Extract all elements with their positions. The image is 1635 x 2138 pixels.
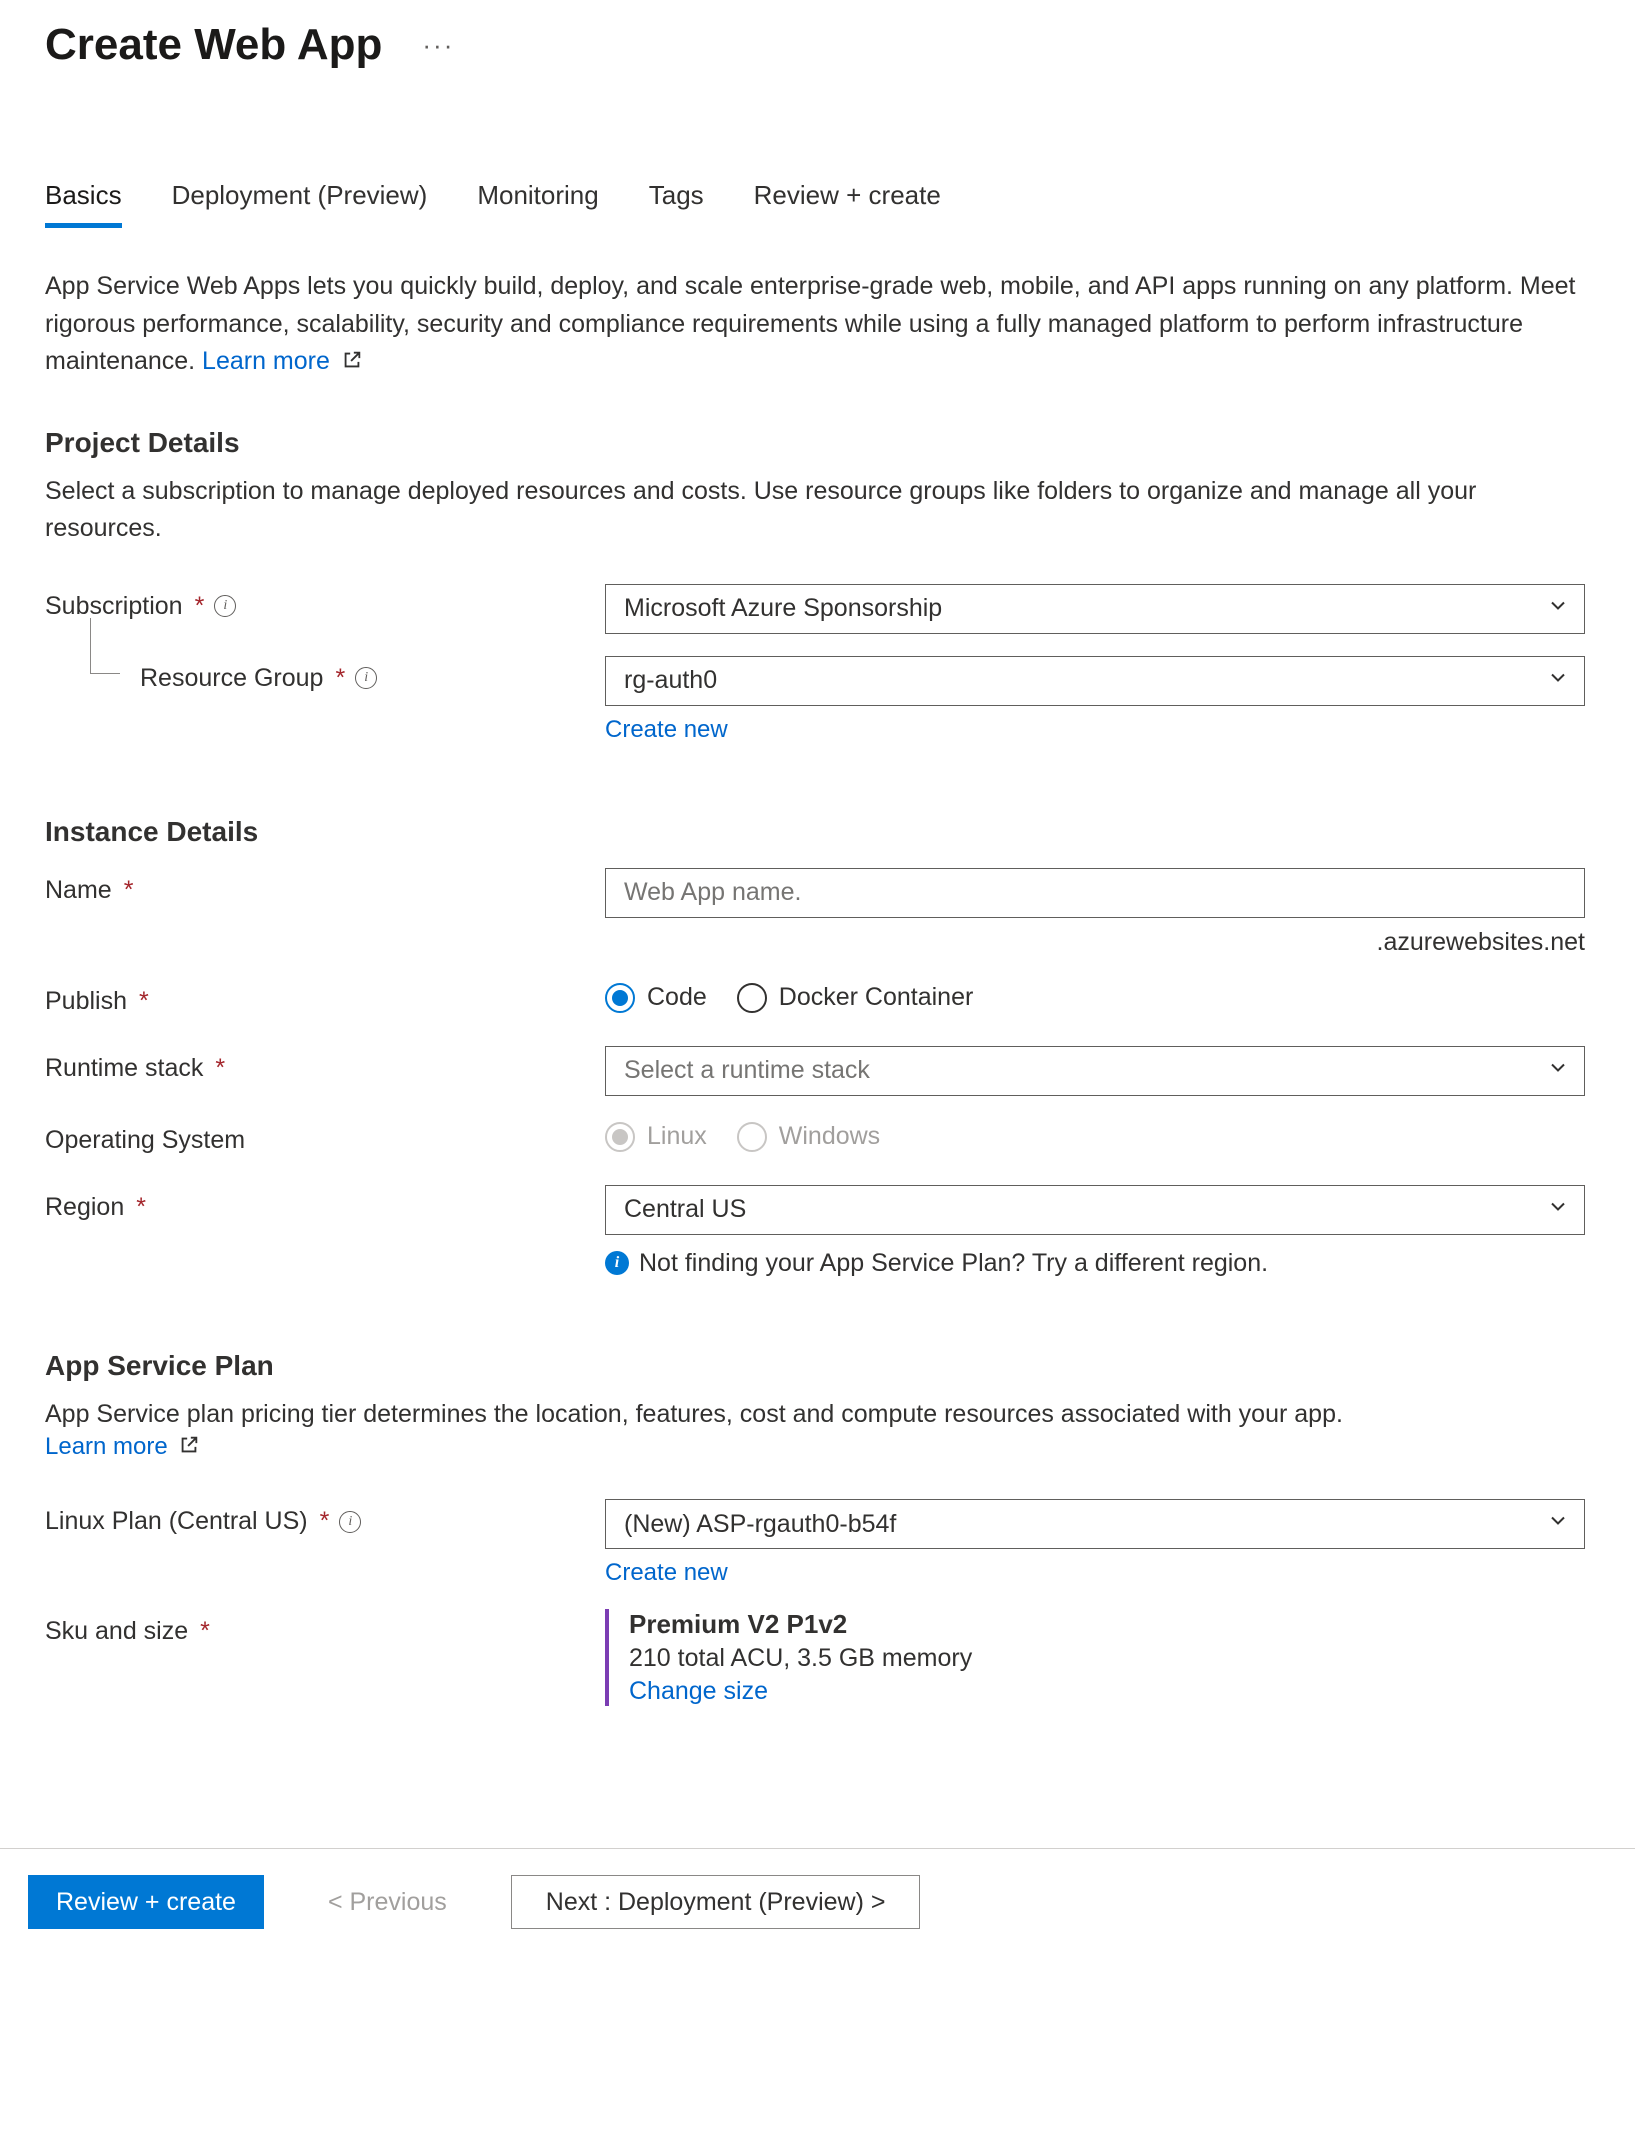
previous-button[interactable]: < Previous <box>300 1875 475 1929</box>
chevron-down-icon <box>1546 593 1570 624</box>
info-icon[interactable]: i <box>339 1511 361 1533</box>
publish-label: Publish <box>45 987 127 1016</box>
external-link-icon <box>178 1434 200 1463</box>
tab-review[interactable]: Review + create <box>754 180 941 228</box>
webapp-name-input[interactable]: Web App name. <box>605 868 1585 918</box>
publish-code-radio[interactable]: Code <box>605 983 707 1013</box>
app-service-plan-desc: App Service plan pricing tier determines… <box>45 1396 1590 1434</box>
runtime-stack-select[interactable]: Select a runtime stack <box>605 1046 1585 1096</box>
tab-deployment[interactable]: Deployment (Preview) <box>172 180 428 228</box>
required-asterisk: * <box>139 987 149 1016</box>
required-asterisk: * <box>320 1507 330 1536</box>
info-icon: i <box>605 1251 629 1275</box>
os-linux-radio: Linux <box>605 1122 707 1152</box>
tab-basics[interactable]: Basics <box>45 180 122 228</box>
sku-detail: 210 total ACU, 3.5 GB memory <box>629 1644 1585 1673</box>
required-asterisk: * <box>335 664 345 693</box>
plan-learn-more-label: Learn more <box>45 1433 168 1460</box>
project-details-desc: Select a subscription to manage deployed… <box>45 473 1590 548</box>
domain-suffix: .azurewebsites.net <box>605 928 1585 957</box>
subscription-label: Subscription <box>45 592 183 621</box>
chevron-down-icon <box>1546 665 1570 696</box>
review-create-button[interactable]: Review + create <box>28 1875 264 1929</box>
resource-group-value: rg-auth0 <box>624 666 717 695</box>
resource-group-label: Resource Group <box>140 664 323 693</box>
required-asterisk: * <box>195 592 205 621</box>
next-button[interactable]: Next : Deployment (Preview) > <box>511 1875 921 1929</box>
name-label: Name <box>45 876 112 905</box>
subscription-select[interactable]: Microsoft Azure Sponsorship <box>605 584 1585 634</box>
required-asterisk: * <box>124 876 134 905</box>
resource-group-create-new-link[interactable]: Create new <box>605 716 728 743</box>
chevron-down-icon <box>1546 1509 1570 1540</box>
required-asterisk: * <box>136 1193 146 1222</box>
subscription-value: Microsoft Azure Sponsorship <box>624 594 942 623</box>
os-windows-radio: Windows <box>737 1122 880 1152</box>
sku-name: Premium V2 P1v2 <box>629 1609 1585 1640</box>
tab-tags[interactable]: Tags <box>649 180 704 228</box>
resource-group-select[interactable]: rg-auth0 <box>605 656 1585 706</box>
page-title: Create Web App <box>45 20 382 70</box>
linux-plan-value: (New) ASP-rgauth0-b54f <box>624 1510 896 1539</box>
intro-text: App Service Web Apps lets you quickly bu… <box>45 268 1590 383</box>
required-asterisk: * <box>200 1617 210 1646</box>
info-icon[interactable]: i <box>355 667 377 689</box>
tree-connector <box>90 618 120 674</box>
plan-create-new-link[interactable]: Create new <box>605 1559 728 1586</box>
external-link-icon <box>341 345 363 383</box>
tabs-bar: Basics Deployment (Preview) Monitoring T… <box>45 180 1590 228</box>
region-hint: Not finding your App Service Plan? Try a… <box>639 1249 1268 1278</box>
intro-learn-more-link[interactable]: Learn more <box>202 347 363 375</box>
publish-docker-radio[interactable]: Docker Container <box>737 983 974 1013</box>
change-size-link[interactable]: Change size <box>629 1677 768 1705</box>
region-label: Region <box>45 1193 124 1222</box>
chevron-down-icon <box>1546 1055 1570 1086</box>
region-select[interactable]: Central US <box>605 1185 1585 1235</box>
sku-label: Sku and size <box>45 1617 188 1646</box>
project-details-title: Project Details <box>45 427 1590 459</box>
os-linux-label: Linux <box>647 1122 707 1151</box>
publish-code-label: Code <box>647 983 707 1012</box>
instance-details-title: Instance Details <box>45 816 1590 848</box>
linux-plan-label: Linux Plan (Central US) <box>45 1507 308 1536</box>
region-value: Central US <box>624 1195 746 1224</box>
plan-learn-more-link[interactable]: Learn more <box>45 1433 200 1460</box>
intro-learn-more-label: Learn more <box>202 347 330 375</box>
os-windows-label: Windows <box>779 1122 880 1151</box>
os-label: Operating System <box>45 1126 245 1155</box>
app-service-plan-title: App Service Plan <box>45 1350 1590 1382</box>
runtime-label: Runtime stack <box>45 1054 203 1083</box>
runtime-placeholder: Select a runtime stack <box>624 1056 870 1085</box>
more-actions-icon[interactable]: ··· <box>422 30 454 61</box>
linux-plan-select[interactable]: (New) ASP-rgauth0-b54f <box>605 1499 1585 1549</box>
sku-summary: Premium V2 P1v2 210 total ACU, 3.5 GB me… <box>605 1609 1585 1706</box>
chevron-down-icon <box>1546 1194 1570 1225</box>
tab-monitoring[interactable]: Monitoring <box>477 180 598 228</box>
info-icon[interactable]: i <box>214 595 236 617</box>
publish-docker-label: Docker Container <box>779 983 974 1012</box>
required-asterisk: * <box>215 1054 225 1083</box>
wizard-footer: Review + create < Previous Next : Deploy… <box>0 1848 1635 1955</box>
